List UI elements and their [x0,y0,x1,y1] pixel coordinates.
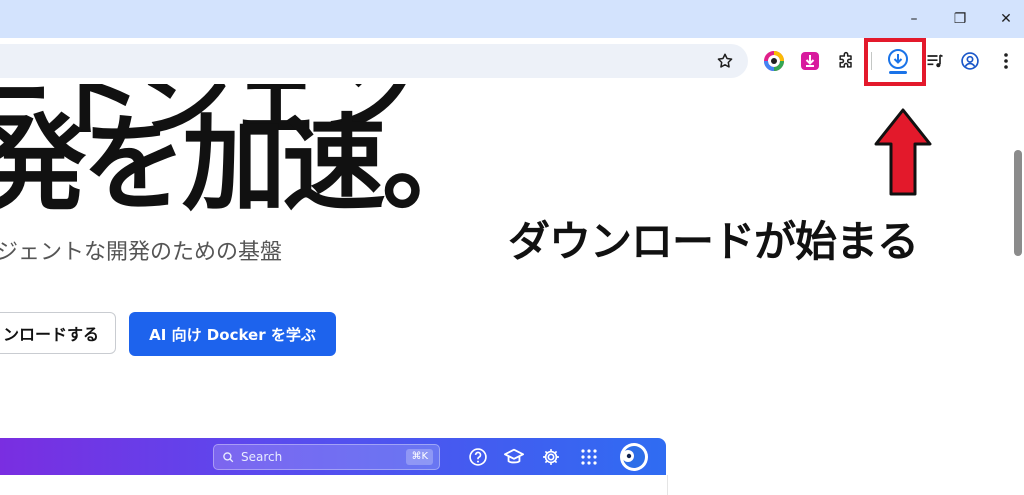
download-button-label: ンロードする [2,325,99,344]
app-help-button[interactable] [465,444,491,470]
minimize-button[interactable]: – [891,0,937,38]
gear-icon [543,449,559,465]
app-learn-button[interactable] [501,444,527,470]
hero-title: 発を加速。 [0,103,486,225]
learn-button-label: AI 向け Docker を学ぶ [149,325,316,344]
close-window-button[interactable]: ✕ [983,0,1024,38]
app-avatar[interactable] [618,441,650,473]
download-box-icon [801,52,819,70]
browser-title-bar [0,0,1024,38]
account-icon [961,52,979,70]
address-bar[interactable] [0,44,748,78]
app-grid-menu-button[interactable] [576,444,602,470]
more-vertical-icon [1004,53,1008,69]
help-circle-icon [469,448,487,466]
grid-dots-icon [581,449,597,465]
avatar-icon [620,443,648,471]
search-shortcut-badge: ⌘K [406,449,433,465]
puzzle-icon [839,51,852,68]
close-icon: ✕ [1000,11,1012,27]
page-scrollbar[interactable] [1014,150,1022,256]
playlist-music-icon [927,54,943,68]
app-settings-button[interactable] [538,444,564,470]
search-icon [223,451,234,462]
learn-ai-docker-button[interactable]: AI 向け Docker を学ぶ [129,312,336,356]
bookmark-star-button[interactable] [711,47,739,75]
red-arrow-up-icon [874,108,932,196]
star-icon [717,53,733,68]
download-button[interactable]: ンロードする [0,312,116,354]
extension-color-button[interactable] [760,47,788,75]
restore-icon: ❐ [953,11,967,27]
hero-subtitle: ジェントな開発のための基盤 [0,240,283,265]
restore-button[interactable]: ❐ [937,0,983,38]
page-content: ートシェン 発を加速。 ジェントな開発のための基盤 ンロードする AI 向け D… [0,84,1024,495]
graduation-cap-icon [503,448,524,464]
minimize-icon: – [910,11,918,27]
download-button-highlight-box [864,38,926,86]
app-search-input[interactable]: Search ⌘K [213,444,440,470]
app-preview-body [0,475,668,495]
app-search-placeholder: Search [241,450,283,464]
color-wheel-icon [764,51,784,71]
profile-button[interactable] [956,47,984,75]
extension-download-manager-button[interactable] [796,47,824,75]
extensions-button[interactable] [832,47,860,75]
browser-menu-button[interactable] [992,47,1020,75]
annotation-download-starts-text: ダウンロードが始まる [508,217,919,266]
